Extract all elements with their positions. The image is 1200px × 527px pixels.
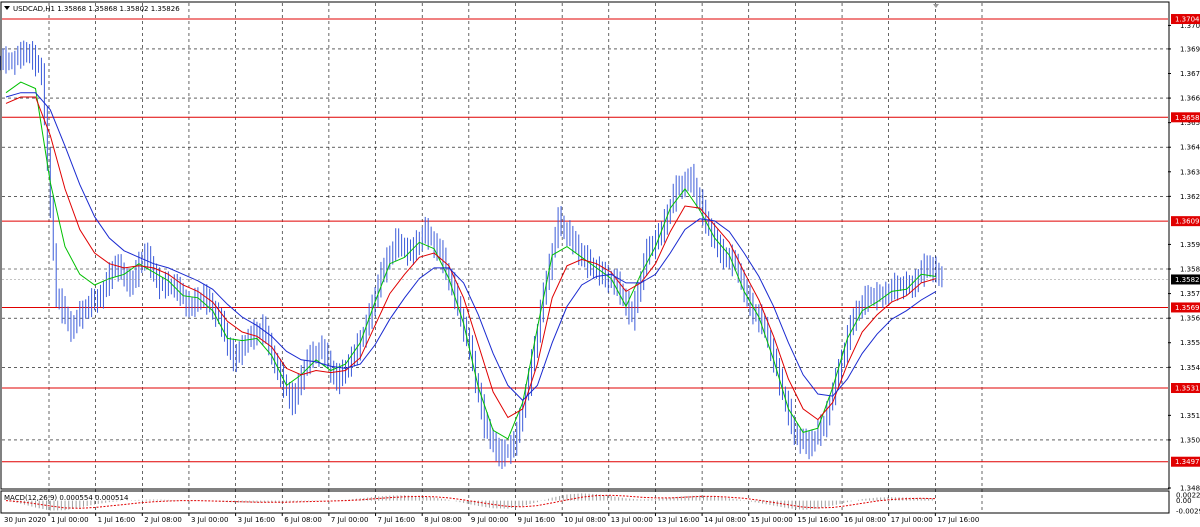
- price-tick-label: 1.35075: [1180, 436, 1200, 444]
- time-label: 14 Jul 08:00: [704, 516, 746, 524]
- price-tick-label: 1.35415: [1180, 364, 1200, 372]
- time-label: 7 Jul 00:00: [331, 516, 369, 524]
- time-label: 13 Jul 16:00: [657, 516, 699, 524]
- chart-background: [0, 0, 1200, 527]
- price-tick-label: 1.36215: [1180, 193, 1200, 201]
- price-tick-label: 1.35530: [1180, 339, 1200, 347]
- price-tick-label: 1.35875: [1180, 266, 1200, 274]
- level-price-label: 1.35318: [1175, 385, 1200, 393]
- time-label: 3 Jul 00:00: [191, 516, 229, 524]
- time-label: 9 Jul 16:00: [518, 516, 556, 524]
- time-label: 13 Jul 00:00: [611, 516, 653, 524]
- level-price-label: 1.34973: [1175, 458, 1200, 466]
- chart-window[interactable]: USDCAD,H1 1.35868 1.35868 1.35802 1.3582…: [0, 0, 1200, 527]
- time-label: 17 Jul 16:00: [937, 516, 979, 524]
- price-tick-label: 1.35645: [1180, 315, 1200, 323]
- time-label: 16 Jul 08:00: [844, 516, 886, 524]
- price-tick-label: 1.35990: [1180, 241, 1200, 249]
- level-price-label: 1.36099: [1175, 218, 1200, 226]
- price-tick-label: 1.36790: [1180, 70, 1200, 78]
- current-price-label: 1.35826: [1175, 276, 1200, 284]
- time-label: 30 Jun 2020: [4, 516, 46, 524]
- time-label: 7 Jul 16:00: [378, 516, 416, 524]
- time-label: 1 Jul 00:00: [51, 516, 89, 524]
- time-label: 15 Jul 00:00: [751, 516, 793, 524]
- time-label: 2 Jul 08:00: [144, 516, 182, 524]
- time-label: 8 Jul 08:00: [424, 516, 462, 524]
- time-label: 10 Jul 08:00: [564, 516, 606, 524]
- time-label: 1 Jul 16:00: [98, 516, 136, 524]
- price-tick-label: 1.36330: [1180, 168, 1200, 176]
- price-tick-label: 1.36675: [1180, 95, 1200, 103]
- macd-tick-label: -0.00297: [1176, 508, 1200, 516]
- time-label: 9 Jul 00:00: [471, 516, 509, 524]
- level-price-label: 1.37045: [1175, 16, 1200, 24]
- price-tick-label: 1.35760: [1180, 290, 1200, 298]
- level-price-label: 1.35695: [1175, 304, 1200, 312]
- time-label: 17 Jul 00:00: [891, 516, 933, 524]
- price-tick-label: 1.36445: [1180, 144, 1200, 152]
- price-tick-label: 1.36905: [1180, 45, 1200, 53]
- chart-title: USDCAD,H1 1.35868 1.35868 1.35802 1.3582…: [13, 5, 180, 13]
- macd-tick-label: 0.00: [1176, 497, 1192, 505]
- macd-title: MACD(12,26,9) 0.000554 0.000514: [4, 494, 129, 502]
- level-price-label: 1.36585: [1175, 114, 1200, 122]
- price-tick-label: 1.35190: [1180, 412, 1200, 420]
- time-label: 6 Jul 08:00: [284, 516, 322, 524]
- time-label: 15 Jul 16:00: [797, 516, 839, 524]
- time-label: 3 Jul 16:00: [238, 516, 276, 524]
